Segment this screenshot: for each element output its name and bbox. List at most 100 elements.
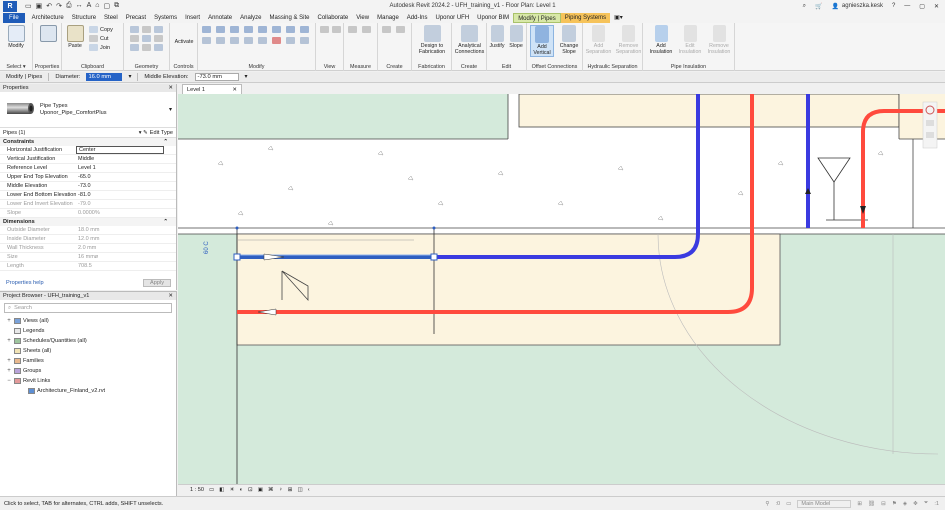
- view-tab-level-1[interactable]: Level 1 ✕: [182, 84, 242, 94]
- add-vertical-button[interactable]: Add Vertical: [530, 25, 554, 57]
- apply-button[interactable]: Apply: [143, 279, 171, 287]
- slope-button[interactable]: Slope: [507, 25, 525, 49]
- edit-insulation-button[interactable]: Edit Insulation: [676, 25, 704, 55]
- tab-piping-systems[interactable]: Piping Systems: [560, 13, 611, 23]
- property-row[interactable]: Inside Diameter 12.0 mm: [0, 235, 176, 244]
- modify-button[interactable]: Modify: [5, 25, 27, 49]
- property-row[interactable]: Lower End Bottom Elevation -81.0: [0, 191, 176, 200]
- remove-paint-icon[interactable]: [154, 44, 163, 51]
- close-views-icon[interactable]: ▢: [104, 2, 111, 10]
- editable-only-icon[interactable]: ⊞: [857, 501, 862, 507]
- change-slope-button[interactable]: Change Slope: [556, 25, 582, 55]
- property-value[interactable]: -81.0: [76, 192, 176, 198]
- tab-collaborate[interactable]: Collaborate: [314, 13, 353, 23]
- open-icon[interactable]: ▭: [25, 2, 32, 10]
- drag-on-selection-icon[interactable]: ✥: [913, 501, 918, 507]
- switch-windows-icon[interactable]: ⧉: [114, 2, 119, 10]
- tab-massing-site[interactable]: Massing & Site: [265, 13, 313, 23]
- tab-architecture[interactable]: Architecture: [28, 13, 68, 23]
- grip-top-mid[interactable]: [432, 226, 436, 230]
- property-value[interactable]: Level 1: [76, 165, 176, 171]
- property-row[interactable]: Vertical Justification Middle: [0, 155, 176, 164]
- tab-file[interactable]: File: [3, 13, 25, 23]
- properties-close-icon[interactable]: ✕: [168, 84, 173, 92]
- design-to-fabrication-button[interactable]: Design to Fabrication: [414, 25, 450, 55]
- dimension-icon[interactable]: [362, 26, 371, 33]
- diameter-dropdown-icon[interactable]: ▾: [128, 74, 131, 80]
- add-separation-button[interactable]: Add Separation: [584, 25, 613, 55]
- property-row[interactable]: Slope 0.0000%: [0, 209, 176, 218]
- zoom-icon[interactable]: [926, 120, 934, 126]
- close-icon[interactable]: ✕: [934, 3, 939, 10]
- property-row[interactable]: Lower End Invert Elevation -79.0: [0, 200, 176, 209]
- properties-button[interactable]: [38, 25, 58, 43]
- constraints-section[interactable]: Constraints ⌃: [0, 138, 176, 146]
- tab-analyze[interactable]: Analyze: [236, 13, 265, 23]
- expand-toggle-icon[interactable]: +: [6, 338, 12, 344]
- type-dropdown-icon[interactable]: ▾: [169, 106, 172, 113]
- type-selector[interactable]: Pipe Types Uponor_Pipe_ComfortPlus ▾: [0, 92, 176, 128]
- property-value[interactable]: Middle: [76, 156, 176, 162]
- offset-icon[interactable]: [216, 26, 225, 33]
- delete-icon[interactable]: [272, 37, 281, 44]
- browser-search[interactable]: ⌕ Search: [4, 303, 172, 313]
- cut-geometry-icon[interactable]: [142, 26, 151, 33]
- add-insulation-button[interactable]: Add Insulation: [646, 25, 676, 55]
- analytical-connections-button[interactable]: Analytical Connections: [452, 25, 487, 55]
- tab-add-ins[interactable]: Add-Ins: [403, 13, 432, 23]
- undo-icon[interactable]: ↶: [46, 2, 52, 10]
- property-row[interactable]: Outside Diameter 18.0 mm: [0, 226, 176, 235]
- property-value[interactable]: -65.0: [76, 174, 176, 180]
- property-value[interactable]: Center: [76, 146, 164, 154]
- select-underlay-icon[interactable]: ⊟: [881, 501, 886, 507]
- browser-item[interactable]: Sheets (all): [0, 346, 176, 356]
- grip-top-left[interactable]: [235, 226, 239, 230]
- property-row[interactable]: Middle Elevation -73.0: [0, 182, 176, 191]
- rotate-icon[interactable]: [286, 26, 295, 33]
- revit-logo[interactable]: R: [3, 0, 17, 12]
- crop-view-icon[interactable]: ⊡: [248, 487, 253, 493]
- activate-button[interactable]: Activate: [172, 39, 196, 45]
- property-row[interactable]: Reference Level Level 1: [0, 164, 176, 173]
- property-row[interactable]: Wall Thickness 2.0 mm: [0, 244, 176, 253]
- remove-separation-button[interactable]: Remove Separation: [614, 25, 643, 55]
- tab-uponor-ufh[interactable]: Uponor UFH: [431, 13, 473, 23]
- select-pinned-icon[interactable]: ⚑: [892, 501, 897, 507]
- unpin-icon[interactable]: [258, 37, 267, 44]
- main-model-select[interactable]: Main Model: [797, 499, 852, 508]
- mirror-draw-icon[interactable]: [244, 26, 253, 33]
- browser-item[interactable]: − Revit Links: [0, 376, 176, 386]
- copy-button[interactable]: Copy: [89, 26, 113, 33]
- align-icon[interactable]: [202, 26, 211, 33]
- tab-precast[interactable]: Precast: [122, 13, 150, 23]
- pin-icon[interactable]: [244, 37, 253, 44]
- drawing-canvas[interactable]: 60 C: [178, 94, 945, 484]
- minimize-icon[interactable]: —: [904, 3, 910, 9]
- 3d-view-icon[interactable]: ⌂: [95, 2, 99, 10]
- property-row[interactable]: Length 708.5: [0, 262, 176, 271]
- print-icon[interactable]: ⎙: [66, 2, 72, 10]
- show-crop-icon[interactable]: ▣: [258, 487, 263, 493]
- property-value[interactable]: -73.0: [76, 183, 176, 189]
- measure-icon[interactable]: [348, 26, 357, 33]
- cart-icon[interactable]: 🛒: [815, 3, 822, 10]
- expand-toggle-icon[interactable]: +: [6, 318, 12, 324]
- copy-modify-icon[interactable]: [272, 26, 281, 33]
- property-row[interactable]: Horizontal Justification Center: [0, 146, 176, 155]
- trim-multiple-icon[interactable]: [286, 37, 295, 44]
- create-assembly-icon[interactable]: [382, 26, 391, 33]
- tab-structure[interactable]: Structure: [68, 13, 100, 23]
- array-icon[interactable]: [216, 37, 225, 44]
- expand-toggle-icon[interactable]: +: [6, 368, 12, 374]
- tab-modify-pipes[interactable]: Modify | Pipes: [513, 13, 561, 23]
- remove-insulation-button[interactable]: Remove Insulation: [704, 25, 734, 55]
- search-icon[interactable]: ⌕: [803, 3, 806, 10]
- tab-systems[interactable]: Systems: [150, 13, 181, 23]
- tab-steel[interactable]: Steel: [100, 13, 122, 23]
- floor-plan[interactable]: 60 C: [178, 94, 945, 484]
- expand-toggle-icon[interactable]: +: [6, 358, 12, 364]
- move-icon[interactable]: [258, 26, 267, 33]
- visual-style-icon[interactable]: ◧: [219, 487, 224, 493]
- tab-uponor-bim[interactable]: Uponor BIM: [473, 13, 513, 23]
- browser-item[interactable]: + Schedules/Quantities (all): [0, 336, 176, 346]
